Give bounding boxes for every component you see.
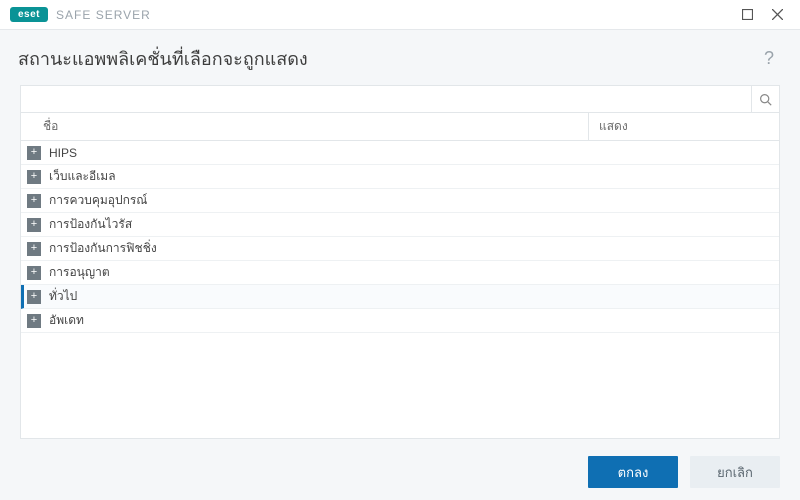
table-row[interactable]: + อัพเดท [21, 309, 779, 333]
search-icon [759, 93, 772, 106]
row-label: HIPS [49, 146, 779, 160]
row-label: การควบคุมอุปกรณ์ [49, 191, 779, 210]
table-header: ชื่อ แสดง [21, 113, 779, 141]
header: สถานะแอพพลิเคชั่นที่เลือกจะถูกแสดง ? [0, 30, 800, 85]
content-area: ชื่อ แสดง + HIPS + เว็บและอีเมล + การควบคุมอุ… [0, 85, 800, 439]
expand-icon[interactable]: + [27, 314, 41, 328]
expand-icon[interactable]: + [27, 266, 41, 280]
row-label: อัพเดท [49, 311, 779, 330]
column-name[interactable]: ชื่อ [21, 113, 589, 140]
table-body: + HIPS + เว็บและอีเมล + การควบคุมอุปกรณ์ + การป… [21, 141, 779, 333]
search-button[interactable] [751, 86, 779, 112]
brand-product: SAFE SERVER [56, 8, 151, 22]
footer: ตกลง ยกเลิก [0, 444, 800, 500]
ok-button[interactable]: ตกลง [588, 456, 678, 488]
expand-icon[interactable]: + [27, 194, 41, 208]
help-button[interactable]: ? [760, 48, 778, 69]
row-label: เว็บและอีเมล [49, 167, 779, 186]
table-row[interactable]: + การควบคุมอุปกรณ์ [21, 189, 779, 213]
expand-icon[interactable]: + [27, 290, 41, 304]
expand-icon[interactable]: + [27, 218, 41, 232]
page-title: สถานะแอพพลิเคชั่นที่เลือกจะถูกแสดง [18, 44, 308, 73]
expand-icon[interactable]: + [27, 242, 41, 256]
row-label: ทั่วไป [49, 287, 779, 306]
row-label: การอนุญาต [49, 263, 779, 282]
search-row [20, 85, 780, 113]
search-input[interactable] [21, 86, 751, 112]
row-label: การป้องกันไวรัส [49, 215, 779, 234]
expand-icon[interactable]: + [27, 146, 41, 160]
maximize-button[interactable] [732, 0, 762, 30]
table-row[interactable]: + HIPS [21, 141, 779, 165]
expand-icon[interactable]: + [27, 170, 41, 184]
table-row[interactable]: + การป้องกันไวรัส [21, 213, 779, 237]
table-row[interactable]: + เว็บและอีเมล [21, 165, 779, 189]
titlebar: eset SAFE SERVER [0, 0, 800, 30]
maximize-icon [742, 9, 753, 20]
column-show[interactable]: แสดง [589, 113, 779, 140]
table-row[interactable]: + ทั่วไป [21, 285, 779, 309]
cancel-button[interactable]: ยกเลิก [690, 456, 780, 488]
table-row[interactable]: + การป้องกันการฟิชชิ่ง [21, 237, 779, 261]
table-row[interactable]: + การอนุญาต [21, 261, 779, 285]
close-icon [772, 9, 783, 20]
brand-badge: eset [10, 7, 48, 22]
table: ชื่อ แสดง + HIPS + เว็บและอีเมล + การควบคุมอุ… [20, 113, 780, 439]
close-button[interactable] [762, 0, 792, 30]
row-label: การป้องกันการฟิชชิ่ง [49, 239, 779, 258]
table-filler [21, 333, 779, 438]
